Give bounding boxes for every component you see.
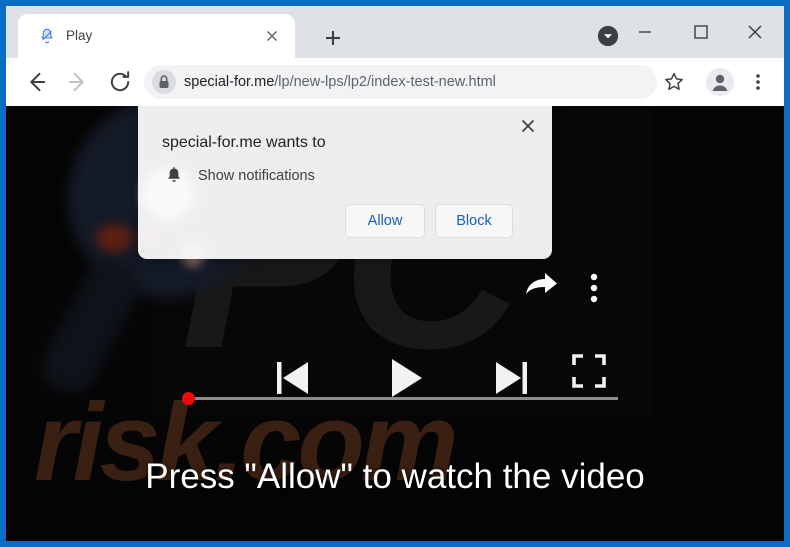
allow-button[interactable]: Allow xyxy=(345,204,425,238)
permission-option-label: Show notifications xyxy=(198,168,315,184)
new-tab-button[interactable] xyxy=(321,26,345,50)
video-progress-track[interactable] xyxy=(186,397,618,400)
web-page-content: PC risk.com Press "Allow" to watch the v… xyxy=(6,106,784,541)
minimize-button[interactable] xyxy=(624,16,666,46)
skip-next-icon[interactable] xyxy=(490,358,532,398)
url-text: special-for.me/lp/new-lps/lp2/index-test… xyxy=(184,73,496,91)
three-dots-vertical-icon[interactable] xyxy=(748,70,768,94)
window-close-button[interactable] xyxy=(734,16,776,46)
fullscreen-icon[interactable] xyxy=(569,351,609,391)
arrow-right-icon xyxy=(64,68,92,96)
tab-play[interactable]: Play xyxy=(18,14,295,58)
chevron-down-circle-icon[interactable] xyxy=(598,26,618,46)
video-progress-knob[interactable] xyxy=(182,392,195,405)
url-path: /lp/new-lps/lp2/index-test-new.html xyxy=(274,74,496,90)
browser-toolbar: special-for.me/lp/new-lps/lp2/index-test… xyxy=(6,58,784,106)
url-host: special-for.me xyxy=(184,74,275,90)
skip-previous-icon[interactable] xyxy=(272,358,314,398)
browser-window: Play special-for.me/lp/new-lps/lp2/index… xyxy=(6,6,784,541)
dialog-title: special-for.me wants to xyxy=(162,134,326,151)
tab-strip: Play xyxy=(6,6,784,58)
decorative-blob-red-1 xyxy=(96,224,132,252)
maximize-button[interactable] xyxy=(680,16,722,46)
three-dots-vertical-icon[interactable] xyxy=(579,268,609,308)
tab-title: Play xyxy=(66,28,93,43)
share-arrow-icon[interactable] xyxy=(521,266,561,306)
block-button[interactable]: Block xyxy=(435,204,513,238)
avatar[interactable] xyxy=(706,68,734,96)
reload-icon[interactable] xyxy=(106,68,134,96)
play-icon[interactable] xyxy=(382,354,430,402)
screen: Play special-for.me/lp/new-lps/lp2/index… xyxy=(0,0,790,547)
close-icon[interactable] xyxy=(263,27,281,45)
close-icon[interactable] xyxy=(516,114,540,138)
bell-slash-icon xyxy=(38,27,56,45)
address-bar[interactable]: special-for.me/lp/new-lps/lp2/index-test… xyxy=(144,65,657,99)
notification-permission-dialog: special-for.me wants to Show notificatio… xyxy=(138,106,552,259)
lock-icon[interactable] xyxy=(152,70,176,94)
bell-icon xyxy=(164,166,184,186)
call-to-action-text: Press "Allow" to watch the video xyxy=(145,457,645,496)
star-icon[interactable] xyxy=(662,70,686,94)
arrow-left-icon[interactable] xyxy=(22,68,50,96)
decorative-blob-handle xyxy=(34,251,148,401)
